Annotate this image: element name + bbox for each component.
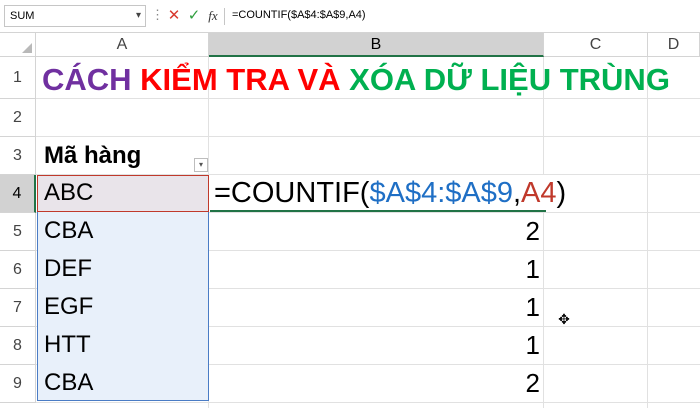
row-header-4[interactable]: 4 — [0, 175, 36, 213]
formula-range-reference: $A$4:$A$9 — [369, 177, 513, 209]
sheet-title[interactable]: CÁCH KIỂM TRA VÀ XÓA DỮ LIỆU TRÙNG — [42, 60, 700, 100]
row-header-2[interactable]: 2 — [0, 99, 36, 137]
column-header-c[interactable]: C — [544, 33, 648, 57]
cell-a4[interactable]: ABC — [44, 174, 93, 212]
gridline — [36, 402, 700, 403]
column-header-d[interactable]: D — [648, 33, 700, 57]
column-header-b[interactable]: B — [209, 33, 544, 57]
select-all-icon — [22, 43, 32, 53]
cell-b7[interactable]: 1 — [212, 288, 540, 326]
cell-a6[interactable]: DEF — [44, 250, 92, 288]
cell-a7[interactable]: EGF — [44, 288, 93, 326]
more-options-icon[interactable]: ⋮ — [151, 5, 164, 27]
formula-suffix: ) — [556, 177, 567, 209]
formula-cell-reference: A4 — [521, 177, 557, 209]
formula-bar-divider — [224, 8, 225, 25]
name-box-value: SUM — [10, 10, 35, 22]
insert-function-icon[interactable]: fx — [205, 5, 221, 27]
row-header-1[interactable]: 1 — [0, 57, 36, 99]
cell-b5[interactable]: 2 — [212, 212, 540, 250]
row-header-7[interactable]: 7 — [0, 289, 36, 327]
gridline — [543, 57, 544, 408]
cell-a8[interactable]: HTT — [44, 326, 91, 364]
select-all-button[interactable] — [0, 33, 36, 57]
name-box[interactable]: SUM ▾ — [4, 5, 146, 27]
formula-input[interactable]: =COUNTIF($A$4:$A$9,A4) — [228, 5, 696, 27]
row-header-5[interactable]: 5 — [0, 213, 36, 251]
title-part-1: CÁCH — [42, 62, 141, 97]
mouse-cursor-icon: ✥ — [558, 311, 570, 327]
chevron-down-icon[interactable]: ▾ — [136, 6, 141, 26]
cell-b8[interactable]: 1 — [212, 326, 540, 364]
formula-comma: , — [512, 177, 522, 209]
cancel-icon[interactable]: ✕ — [166, 5, 182, 27]
cell-b4-formula[interactable]: =COUNTIF($A$4:$A$9,A4) — [214, 175, 566, 212]
row-header-8[interactable]: 8 — [0, 327, 36, 365]
column-header-a[interactable]: A — [36, 33, 209, 57]
gridline — [36, 136, 700, 137]
gridline — [647, 57, 648, 408]
formula-prefix: =COUNTIF( — [214, 177, 370, 209]
cell-b9[interactable]: 2 — [212, 364, 540, 402]
cell-a9[interactable]: CBA — [44, 364, 93, 402]
cell-a5[interactable]: CBA — [44, 212, 93, 250]
row-header-6[interactable]: 6 — [0, 251, 36, 289]
title-part-2: KIỂM TRA VÀ — [140, 62, 350, 97]
column-a-header-cell[interactable]: Mã hàng — [44, 139, 141, 173]
title-part-3: XÓA DỮ LIỆU TRÙNG — [349, 62, 670, 97]
row-header-9[interactable]: 9 — [0, 365, 36, 403]
cell-b6[interactable]: 1 — [212, 250, 540, 288]
filter-dropdown-icon[interactable]: ▾ — [194, 158, 208, 172]
row-header-3[interactable]: 3 — [0, 137, 36, 175]
enter-icon[interactable]: ✓ — [186, 5, 202, 27]
